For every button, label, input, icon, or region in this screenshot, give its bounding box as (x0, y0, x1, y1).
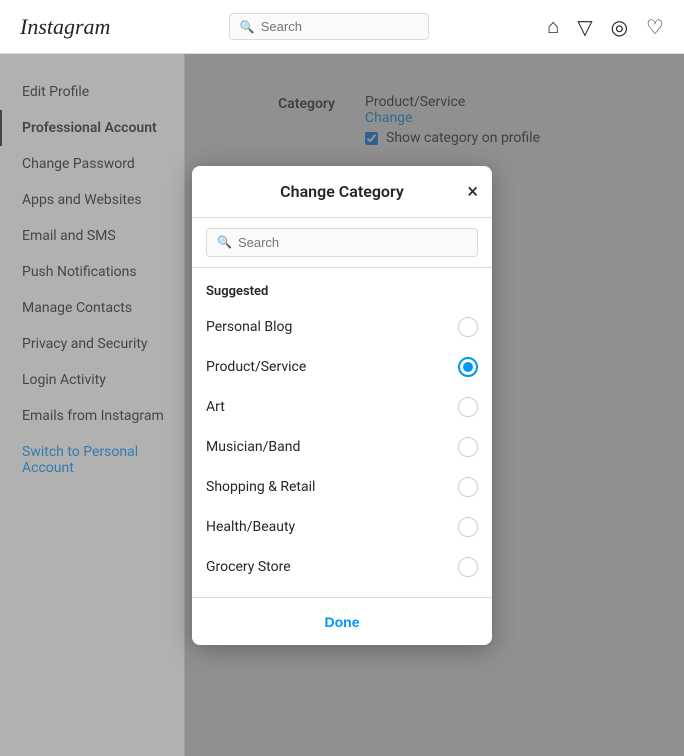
modal-overlay: Change Category × 🔍 Suggested Personal B… (0, 54, 684, 756)
modal-search-area: 🔍 (192, 218, 492, 268)
search-input[interactable] (261, 19, 418, 34)
header-icons: ⌂ ▽ ◎ ♡ (547, 14, 664, 39)
radio-product-service[interactable] (458, 357, 478, 377)
search-bar[interactable]: 🔍 (229, 13, 429, 40)
suggested-label: Suggested (192, 278, 492, 307)
category-art[interactable]: Art (192, 387, 492, 427)
category-personal-blog[interactable]: Personal Blog (192, 307, 492, 347)
heart-icon[interactable]: ♡ (646, 15, 664, 39)
close-icon[interactable]: × (467, 181, 478, 201)
home-icon[interactable]: ⌂ (547, 14, 559, 39)
radio-shopping-retail[interactable] (458, 477, 478, 497)
activity-icon[interactable]: ▽ (577, 15, 592, 39)
compass-icon[interactable]: ◎ (611, 15, 628, 39)
radio-art[interactable] (458, 397, 478, 417)
header: Instagram 🔍 ⌂ ▽ ◎ ♡ (0, 0, 684, 54)
modal-header: Change Category × (192, 166, 492, 218)
search-icon: 🔍 (240, 20, 255, 34)
change-category-modal: Change Category × 🔍 Suggested Personal B… (192, 166, 492, 645)
category-grocery-store[interactable]: Grocery Store (192, 547, 492, 587)
modal-search-icon: 🔍 (217, 235, 232, 249)
modal-footer: Done (192, 597, 492, 645)
radio-health-beauty[interactable] (458, 517, 478, 537)
radio-musician-band[interactable] (458, 437, 478, 457)
category-health-beauty[interactable]: Health/Beauty (192, 507, 492, 547)
modal-search-input[interactable] (238, 235, 467, 250)
modal-search-inner[interactable]: 🔍 (206, 228, 478, 257)
done-button[interactable]: Done (325, 614, 360, 630)
category-musician-band[interactable]: Musician/Band (192, 427, 492, 467)
instagram-logo: Instagram (20, 14, 110, 40)
radio-personal-blog[interactable] (458, 317, 478, 337)
radio-grocery-store[interactable] (458, 557, 478, 577)
modal-body: Suggested Personal Blog Product/Service … (192, 268, 492, 597)
modal-title: Change Category (280, 182, 404, 201)
category-shopping-retail[interactable]: Shopping & Retail (192, 467, 492, 507)
category-product-service[interactable]: Product/Service (192, 347, 492, 387)
